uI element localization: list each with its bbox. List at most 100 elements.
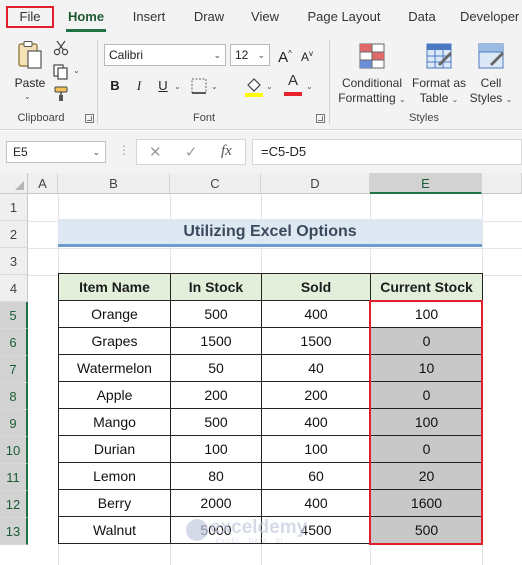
in-stock-cell[interactable]: 100 [170, 435, 262, 463]
more-options-icon[interactable]: ⋮ [118, 143, 130, 157]
sheet-title[interactable]: Utilizing Excel Options [58, 219, 482, 247]
sold-cell[interactable]: 40 [261, 354, 371, 382]
tab-home[interactable]: Home [62, 6, 110, 32]
format-as-table-button[interactable]: Format as Table ⌄ [410, 40, 468, 110]
formula-input[interactable]: =C5-D5 [252, 139, 522, 165]
current-stock-cell[interactable]: 1600 [370, 489, 483, 517]
current-stock-cell[interactable]: 100 [370, 408, 483, 436]
item-name-cell[interactable]: Watermelon [58, 354, 171, 382]
font-color-dropdown-icon[interactable]: ⌄ [306, 82, 313, 91]
header-current-stock[interactable]: Current Stock [370, 273, 483, 301]
row-header-6[interactable]: 6 [0, 329, 28, 356]
header-in-stock[interactable]: In Stock [170, 273, 262, 301]
fill-color-dropdown-icon[interactable]: ⌄ [266, 82, 273, 91]
item-name-cell[interactable]: Orange [58, 300, 171, 328]
cut-icon[interactable] [52, 40, 70, 56]
item-name-cell[interactable]: Lemon [58, 462, 171, 490]
row-header-10[interactable]: 10 [0, 437, 28, 464]
tab-page-layout[interactable]: Page Layout [302, 6, 386, 28]
borders-dropdown-icon[interactable]: ⌄ [211, 82, 218, 91]
font-name-dropdown[interactable]: Calibri ⌄ [104, 44, 226, 66]
row-header-5[interactable]: 5 [0, 302, 28, 329]
tab-data[interactable]: Data [402, 6, 442, 28]
tab-developer[interactable]: Developer [460, 6, 522, 28]
row-header-9[interactable]: 9 [0, 410, 28, 437]
column-header-e[interactable]: E [370, 173, 482, 194]
current-stock-cell[interactable]: 0 [370, 327, 483, 355]
in-stock-cell[interactable]: 1500 [170, 327, 262, 355]
format-painter-icon[interactable] [52, 86, 70, 102]
item-name-cell[interactable]: Mango [58, 408, 171, 436]
column-header-d[interactable]: D [261, 173, 370, 194]
copy-dropdown-icon[interactable]: ⌄ [73, 66, 80, 75]
row-header-12[interactable]: 12 [0, 491, 28, 518]
in-stock-cell[interactable]: 500 [170, 408, 262, 436]
name-box[interactable]: E5 ⌄ [6, 141, 106, 163]
row-header-1[interactable]: 1 [0, 194, 28, 221]
tab-file[interactable]: File [6, 6, 54, 28]
row-header-11[interactable]: 11 [0, 464, 28, 491]
item-name-cell[interactable]: Durian [58, 435, 171, 463]
row-header-4[interactable]: 4 [0, 275, 28, 302]
copy-icon[interactable] [52, 64, 70, 80]
font-launcher-icon[interactable] [316, 114, 325, 123]
underline-button[interactable]: U [154, 76, 172, 96]
font-color-button[interactable]: A [284, 72, 302, 89]
in-stock-cell[interactable]: 80 [170, 462, 262, 490]
in-stock-cell[interactable]: 500 [170, 300, 262, 328]
shrink-font-button[interactable]: Av [298, 44, 316, 64]
sold-cell[interactable]: 100 [261, 435, 371, 463]
in-stock-cell[interactable]: 200 [170, 381, 262, 409]
borders-icon[interactable] [190, 77, 208, 95]
clipboard-launcher-icon[interactable] [85, 114, 94, 123]
in-stock-cell[interactable]: 5000 [170, 516, 262, 544]
tab-draw[interactable]: Draw [188, 6, 230, 28]
italic-button[interactable]: I [130, 76, 148, 96]
tab-insert[interactable]: Insert [127, 6, 171, 28]
item-name-cell[interactable]: Apple [58, 381, 171, 409]
current-stock-cell[interactable]: 0 [370, 381, 483, 409]
sold-cell[interactable]: 400 [261, 489, 371, 517]
in-stock-cell[interactable]: 2000 [170, 489, 262, 517]
sold-cell[interactable]: 400 [261, 408, 371, 436]
row-header-8[interactable]: 8 [0, 383, 28, 410]
current-stock-cell-active[interactable]: 100 [370, 300, 483, 328]
current-stock-cell[interactable]: 0 [370, 435, 483, 463]
sold-cell[interactable]: 1500 [261, 327, 371, 355]
chevron-down-icon[interactable]: ⌄ [24, 92, 31, 101]
item-name-cell[interactable]: Grapes [58, 327, 171, 355]
row-header-7[interactable]: 7 [0, 356, 28, 383]
column-header-c[interactable]: C [170, 173, 261, 194]
item-name-cell[interactable]: Berry [58, 489, 171, 517]
header-sold[interactable]: Sold [261, 273, 371, 301]
cancel-icon[interactable]: ✕ [149, 143, 162, 161]
in-stock-cell[interactable]: 50 [170, 354, 262, 382]
cell-styles-button[interactable]: Cell Styles ⌄ [468, 40, 514, 110]
confirm-icon[interactable]: ✓ [185, 143, 198, 161]
column-header-f[interactable] [482, 173, 522, 194]
row-header-3[interactable]: 3 [0, 248, 28, 275]
item-name-cell[interactable]: Walnut [58, 516, 171, 544]
tab-view[interactable]: View [248, 6, 282, 28]
bold-button[interactable]: B [106, 76, 124, 96]
sold-cell[interactable]: 400 [261, 300, 371, 328]
sold-cell[interactable]: 200 [261, 381, 371, 409]
insert-function-button[interactable]: fx [221, 143, 232, 160]
fill-color-icon[interactable] [244, 76, 264, 98]
select-all-button[interactable] [0, 173, 28, 194]
column-header-a[interactable]: A [28, 173, 58, 194]
current-stock-cell[interactable]: 20 [370, 462, 483, 490]
paste-button[interactable]: Paste ⌄ [10, 38, 50, 108]
current-stock-cell[interactable]: 500 [370, 516, 483, 544]
header-item-name[interactable]: Item Name [58, 273, 171, 301]
row-header-2[interactable]: 2 [0, 221, 28, 248]
conditional-formatting-button[interactable]: Conditional Formatting ⌄ [336, 40, 408, 110]
underline-dropdown-icon[interactable]: ⌄ [174, 82, 181, 91]
current-stock-cell[interactable]: 10 [370, 354, 483, 382]
column-header-b[interactable]: B [58, 173, 170, 194]
sold-cell[interactable]: 60 [261, 462, 371, 490]
sold-cell[interactable]: 4500 [261, 516, 371, 544]
grow-font-button[interactable]: A^ [276, 44, 294, 66]
font-size-dropdown[interactable]: 12 ⌄ [230, 44, 270, 66]
row-header-13[interactable]: 13 [0, 518, 28, 545]
